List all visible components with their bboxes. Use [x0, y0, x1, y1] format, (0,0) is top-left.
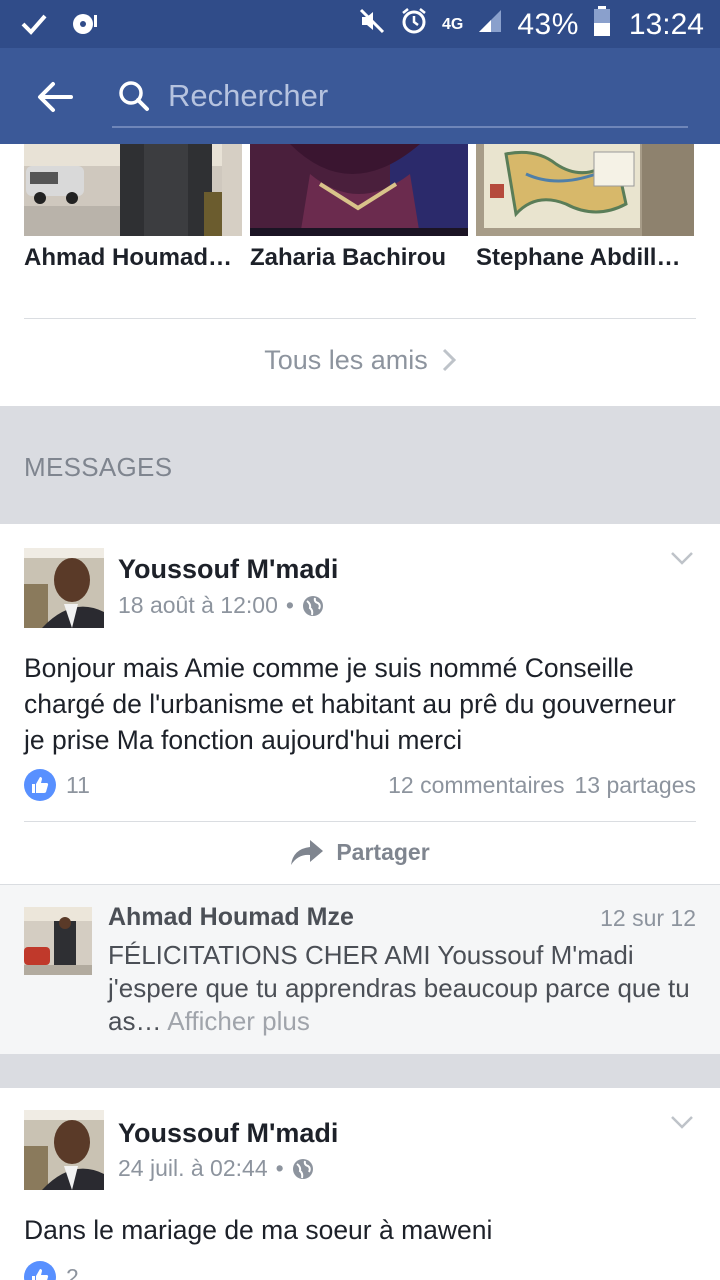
signal-icon	[477, 8, 503, 42]
search-bar[interactable]	[112, 70, 688, 128]
likes-count: 2	[66, 1263, 79, 1280]
like-icon	[24, 1261, 56, 1280]
chevron-right-icon	[442, 348, 456, 372]
post-date[interactable]: 24 juil. à 02:44	[118, 1155, 268, 1182]
share-button[interactable]: Partager	[0, 822, 720, 882]
friend-photo	[24, 144, 242, 236]
divider	[24, 318, 696, 319]
globe-icon	[292, 1158, 313, 1179]
post-author[interactable]: Youssouf M'madi	[118, 554, 338, 585]
likes-count-button[interactable]: 2	[24, 1261, 79, 1280]
show-more-link[interactable]: Afficher plus	[167, 1006, 310, 1036]
all-friends-label: Tous les amis	[264, 344, 428, 375]
post-date[interactable]: 18 août à 12:00	[118, 592, 278, 619]
comment-preview[interactable]: Ahmad Houmad Mze 12 sur 12 FÉLICITATIONS…	[0, 884, 720, 1054]
search-input[interactable]	[168, 76, 668, 116]
friend-photo	[250, 144, 468, 236]
alarm-icon	[400, 7, 428, 43]
post-text: Bonjour mais Amie comme je suis nommé Co…	[24, 653, 676, 755]
shares-count[interactable]: 13 partages	[575, 772, 696, 799]
share-label: Partager	[336, 838, 430, 865]
friend-name: Ahmad Houmad…	[24, 244, 233, 271]
post: Youssouf M'madi 18 août à 12:00 • Bonjou…	[0, 524, 720, 884]
clock: 13:24	[628, 8, 704, 41]
globe-icon	[302, 595, 323, 616]
post-stats: 2	[24, 1260, 696, 1280]
messages-header: MESSAGES	[0, 406, 720, 524]
post-stats: 11 12 commentaires 13 partages	[24, 768, 696, 802]
status-bar: 4G 43% 13:24	[0, 0, 720, 48]
chevron-down-icon	[671, 1116, 693, 1129]
post-text: Dans le mariage de ma soeur à maweni	[24, 1215, 493, 1245]
comment-text: FÉLICITATIONS CHER AMI Youssouf M'madi j…	[108, 939, 698, 1038]
friend-card[interactable]: Zaharia Bachirou	[250, 144, 468, 272]
battery-icon	[593, 6, 611, 44]
likes-count-button[interactable]: 11	[24, 769, 90, 801]
post-options-button[interactable]	[670, 550, 694, 571]
chevron-down-icon	[671, 552, 693, 565]
section-title: MESSAGES	[24, 452, 173, 482]
avatar[interactable]	[24, 1110, 104, 1190]
likes-count: 11	[66, 771, 90, 798]
check-icon	[20, 10, 48, 43]
post-options-button[interactable]	[670, 1114, 694, 1135]
arrow-left-icon	[38, 82, 73, 112]
post-author[interactable]: Youssouf M'madi	[118, 1118, 338, 1149]
friend-name: Stephane Abdill…	[476, 244, 681, 271]
friend-photo	[476, 144, 694, 236]
avatar[interactable]	[24, 548, 104, 628]
post-meta: 18 août à 12:00 •	[118, 592, 324, 619]
post-meta: 24 juil. à 02:44 •	[118, 1155, 314, 1182]
post: Youssouf M'madi 24 juil. à 02:44 • Dans …	[0, 1088, 720, 1280]
commenter-name[interactable]: Ahmad Houmad Mze	[108, 903, 354, 932]
friends-section: Ahmad Houmad… Zaharia Bachirou Stephane …	[0, 144, 720, 406]
meta-separator: •	[275, 1155, 284, 1181]
commenter-avatar[interactable]	[24, 907, 92, 975]
meta-separator: •	[285, 592, 294, 618]
friend-name: Zaharia Bachirou	[250, 244, 447, 271]
search-icon	[118, 80, 150, 117]
share-arrow-icon	[291, 840, 324, 865]
back-button[interactable]	[30, 72, 80, 122]
mute-icon	[358, 7, 386, 43]
all-friends-link[interactable]: Tous les amis	[0, 336, 720, 384]
comments-count[interactable]: 12 commentaires	[388, 772, 564, 799]
app-bar	[0, 48, 720, 144]
friend-card[interactable]: Ahmad Houmad…	[24, 144, 242, 272]
like-icon	[24, 769, 56, 801]
comment-counter: 12 sur 12	[600, 905, 696, 931]
network-type-icon: 4G	[442, 16, 464, 33]
battery-percent: 43%	[517, 8, 579, 41]
section-gap	[0, 1054, 720, 1088]
disc-icon	[70, 9, 100, 44]
friend-card[interactable]: Stephane Abdill…	[476, 144, 694, 272]
